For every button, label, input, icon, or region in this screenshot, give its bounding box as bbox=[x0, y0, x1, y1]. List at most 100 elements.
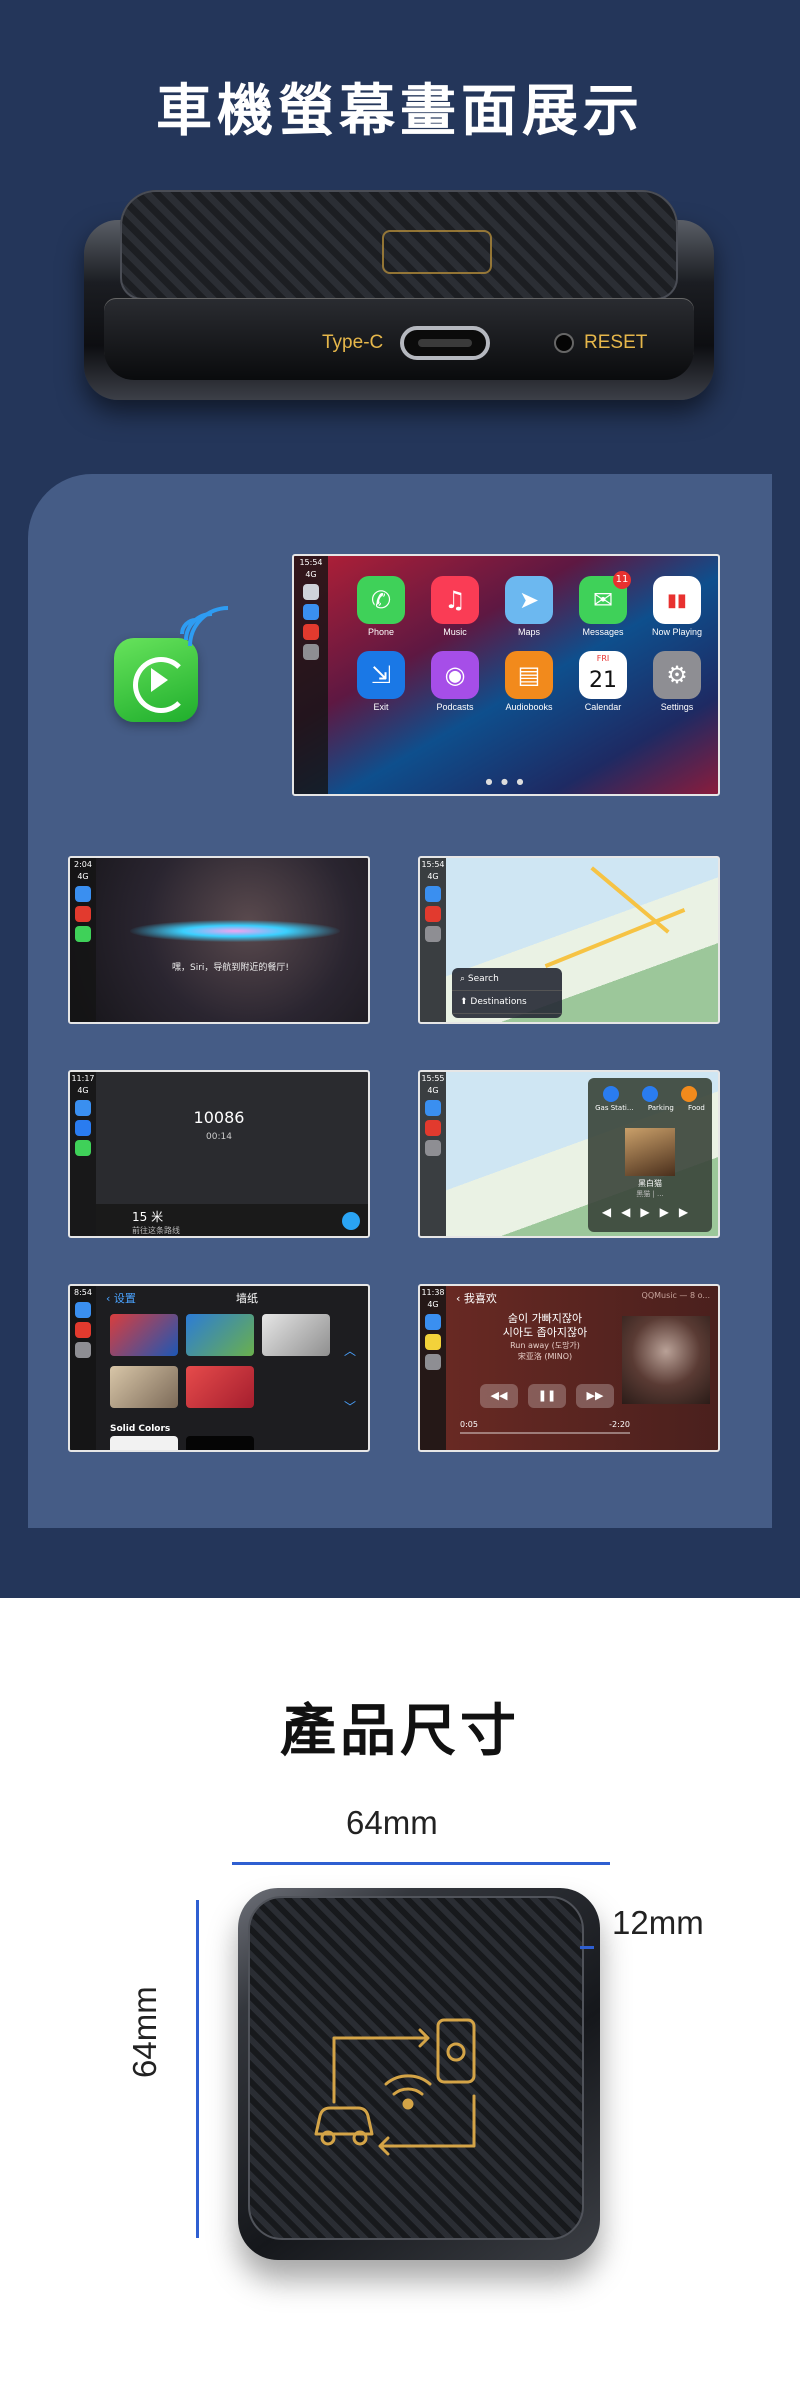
maps-dock-icon[interactable] bbox=[75, 1302, 91, 1318]
back-button[interactable]: ‹ 我喜欢 bbox=[456, 1292, 497, 1305]
settings-dock-icon[interactable] bbox=[425, 926, 441, 942]
track-title: Run away (도망가) bbox=[510, 1341, 580, 1350]
wallpaper-option[interactable] bbox=[110, 1436, 178, 1450]
app-glyph: ✉ bbox=[592, 586, 614, 614]
siri-wave bbox=[130, 920, 340, 942]
maps-icon[interactable]: ➤ bbox=[505, 576, 553, 624]
maps-screen: 15:54 4G ⌕ Search ⬆ Destinations bbox=[418, 856, 720, 1024]
netease-dock-icon[interactable] bbox=[75, 1322, 91, 1338]
next-track-button[interactable]: ▶▶ bbox=[576, 1384, 614, 1408]
netease-dock-icon[interactable] bbox=[303, 624, 319, 640]
app-audiobooks[interactable]: ▤ Audiobooks bbox=[494, 651, 564, 712]
thickness-label: 12mm bbox=[612, 1904, 704, 1941]
maps-dock-icon[interactable] bbox=[75, 886, 91, 902]
solid-colors-label: Solid Colors bbox=[110, 1424, 171, 1434]
app-messages[interactable]: ✉ 11 Messages bbox=[568, 571, 638, 637]
app-maps[interactable]: ➤ Maps bbox=[494, 576, 564, 637]
app-exit[interactable]: ⇲ Exit bbox=[346, 651, 416, 712]
poi-cat-label[interactable]: Gas Stati... bbox=[595, 1104, 633, 1112]
settings-dock-icon[interactable] bbox=[425, 1354, 441, 1370]
poi-card: Gas Stati... Parking Food 黑白猫 黑猫 | ... ◀… bbox=[588, 1078, 712, 1232]
calendar-icon[interactable]: FRI 21 bbox=[579, 651, 627, 699]
app-now-playing[interactable]: ▮▮ Now Playing bbox=[642, 576, 712, 637]
maps-dock-icon[interactable] bbox=[425, 1314, 441, 1330]
call-screen: 11:17 4G 10086 00:14 15 米 前往这条路线 bbox=[68, 1070, 370, 1238]
settings-icon[interactable]: ⚙ bbox=[653, 651, 701, 699]
type-c-label: Type-C bbox=[322, 332, 384, 353]
messages-icon[interactable]: ✉ 11 bbox=[579, 571, 631, 624]
maps-dock-icon[interactable] bbox=[425, 1100, 441, 1116]
exit-icon[interactable]: ⇲ bbox=[357, 651, 405, 699]
settings-dock-icon[interactable] bbox=[303, 644, 319, 660]
food-icon[interactable] bbox=[680, 1086, 697, 1102]
scroll-down-icon[interactable]: ﹀ bbox=[344, 1398, 356, 1415]
settings-dock-icon[interactable] bbox=[75, 1342, 91, 1358]
podcasts-icon[interactable]: ◉ bbox=[431, 651, 479, 699]
poi-cat-label[interactable]: Food bbox=[688, 1104, 705, 1112]
status-time: 11:17 bbox=[71, 1074, 95, 1083]
app-settings[interactable]: ⚙ Settings bbox=[642, 651, 712, 712]
pause-button[interactable]: ❚❚ bbox=[528, 1384, 566, 1408]
height-line bbox=[196, 1900, 199, 2238]
wallpaper-option[interactable] bbox=[262, 1314, 330, 1356]
maps-dock-icon[interactable] bbox=[425, 886, 441, 902]
playback-controls[interactable]: ◀◀▶▶▶ bbox=[588, 1205, 712, 1219]
artist-photo bbox=[622, 1316, 710, 1404]
music-dock-icon[interactable] bbox=[75, 906, 91, 922]
music-app-name: QQMusic — 8 o... bbox=[641, 1291, 710, 1300]
app-label: Exit bbox=[373, 702, 389, 712]
app-grid: ✆ Phone ♫ Music ➤ Maps ✉ 11 Messages ▮▮ Now Playin… bbox=[346, 571, 716, 712]
netease-dock-icon[interactable] bbox=[425, 1120, 441, 1136]
now-playing-icon[interactable]: ▮▮ bbox=[653, 576, 701, 624]
notification-badge: 11 bbox=[613, 571, 631, 589]
siri-prompt: 嘿，Siri，导航到附近的餐厅! bbox=[172, 963, 290, 973]
app-podcasts[interactable]: ◉ Podcasts bbox=[420, 651, 490, 712]
back-button[interactable]: ‹ 设置 bbox=[106, 1292, 136, 1305]
wallpaper-option[interactable] bbox=[110, 1366, 178, 1408]
progress-bar[interactable] bbox=[460, 1432, 630, 1434]
showcase-section: 車機螢幕畫面展示 Type-C RESET 15:54 4G ✆ Phone ♫ Mu… bbox=[0, 0, 800, 1598]
qqmusic-dock-icon[interactable] bbox=[425, 1334, 441, 1350]
gas-station-icon[interactable] bbox=[603, 1086, 620, 1102]
poi-cat-label[interactable]: Parking bbox=[648, 1104, 674, 1112]
app-label: Phone bbox=[367, 627, 395, 637]
maps-dock-icon[interactable] bbox=[303, 604, 319, 620]
parking-icon[interactable] bbox=[641, 1086, 658, 1102]
wallpaper-option[interactable] bbox=[186, 1366, 254, 1408]
status-signal: 4G bbox=[77, 1086, 89, 1095]
app-calendar[interactable]: FRI 21 Calendar bbox=[568, 651, 638, 712]
music-controls: ◀◀ ❚❚ ▶▶ bbox=[480, 1384, 614, 1408]
song-artist: 黑猫 | ... bbox=[636, 1190, 664, 1198]
wallpaper-option[interactable] bbox=[186, 1314, 254, 1356]
audiobooks-icon[interactable]: ▤ bbox=[505, 651, 553, 699]
phone-dock-icon[interactable] bbox=[75, 1140, 91, 1156]
previous-track-button[interactable]: ◀◀ bbox=[480, 1384, 518, 1408]
app-glyph: 21 bbox=[589, 667, 617, 693]
poi-screen: 15:55 4G Gas Stati... Parking Food 黑白猫 黑… bbox=[418, 1070, 720, 1238]
maps-search-button[interactable]: ⌕ Search bbox=[452, 968, 562, 991]
scroll-up-icon[interactable]: ︿ bbox=[344, 1342, 356, 1359]
phone-icon[interactable]: ✆ bbox=[357, 576, 405, 624]
status-signal: 4G bbox=[427, 1086, 439, 1095]
maps-search-label: Search bbox=[467, 974, 499, 984]
app-glyph: ♫ bbox=[444, 586, 466, 614]
page-title: 車機螢幕畫面展示 bbox=[156, 79, 644, 144]
nav-banner[interactable]: 15 米 前往这条路线 bbox=[96, 1204, 368, 1236]
nav-go-icon[interactable] bbox=[342, 1212, 360, 1230]
netease-dock-icon[interactable] bbox=[425, 906, 441, 922]
messages-dock-icon[interactable] bbox=[75, 926, 91, 942]
wallpaper-option[interactable] bbox=[186, 1436, 254, 1450]
status-time: 15:55 bbox=[421, 1074, 445, 1083]
app-phone[interactable]: ✆ Phone bbox=[346, 576, 416, 637]
wallpaper-screen: 8:54 ‹ 设置 墙纸 Solid Colors ︿ ﹀ bbox=[68, 1284, 370, 1452]
settings-dock-icon[interactable] bbox=[425, 1140, 441, 1156]
maps-destinations-button[interactable]: ⬆ Destinations bbox=[452, 991, 562, 1014]
track-info: Run away (도망가) 宋亚洛 (MINO) bbox=[470, 1340, 620, 1362]
wireless-wave-icon bbox=[180, 606, 228, 647]
music-icon[interactable]: ♫ bbox=[431, 576, 479, 624]
app-glyph: ▤ bbox=[517, 661, 541, 689]
wallpaper-option[interactable] bbox=[110, 1314, 178, 1356]
call-number: 10086 bbox=[193, 1108, 245, 1127]
app-music[interactable]: ♫ Music bbox=[420, 576, 490, 637]
lyric-line: 시아도 좁아지잖아 bbox=[502, 1326, 588, 1339]
